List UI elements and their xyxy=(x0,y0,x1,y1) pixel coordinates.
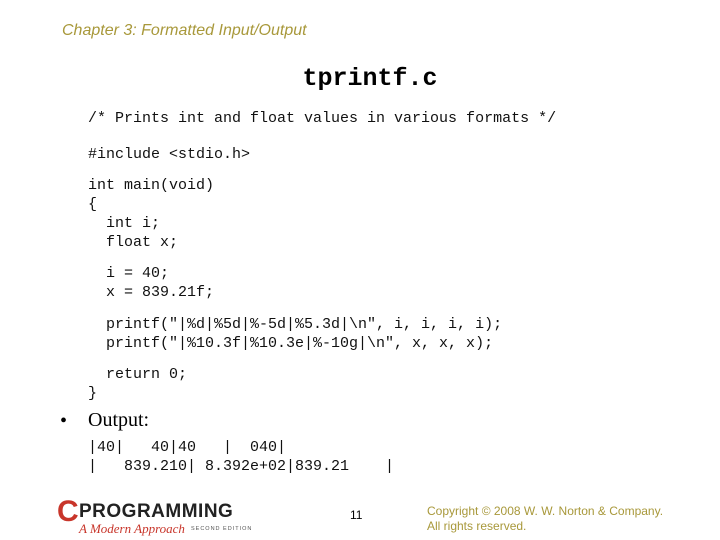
code-printf-calls: printf("|%d|%5d|%-5d|%5.3d|\n", i, i, i,… xyxy=(106,316,503,352)
output-label: Output: xyxy=(88,409,150,431)
slide-title: tprintf.c xyxy=(302,64,438,93)
copyright-line-2: All rights reserved. xyxy=(427,519,527,533)
logo-c-letter: C xyxy=(57,495,79,528)
logo-subtitle: A Modern Approach xyxy=(79,521,185,536)
copyright-line-1: Copyright © 2008 W. W. Norton & Company. xyxy=(427,504,664,518)
code-return: return 0; } xyxy=(88,366,188,402)
page-number: 11 xyxy=(350,508,363,522)
code-include: #include <stdio.h> xyxy=(88,146,251,163)
code-assignments: i = 40; x = 839.21f; xyxy=(106,265,215,301)
code-comment: /* Prints int and float values in variou… xyxy=(88,110,557,127)
logo-word: PROGRAMMING xyxy=(79,501,234,522)
logo-edition: SECOND EDITION xyxy=(191,526,253,532)
book-logo: C PROGRAMMING A Modern Approach SECOND E… xyxy=(57,495,267,539)
program-output: |40| 40|40 | 040| | 839.210| 8.392e+02|8… xyxy=(88,439,395,475)
chapter-header: Chapter 3: Formatted Input/Output xyxy=(62,22,307,39)
code-main-declaration: int main(void) { int i; float x; xyxy=(88,177,215,251)
bullet-icon: • xyxy=(60,410,68,432)
copyright-notice: Copyright © 2008 W. W. Norton & Company.… xyxy=(427,504,663,534)
